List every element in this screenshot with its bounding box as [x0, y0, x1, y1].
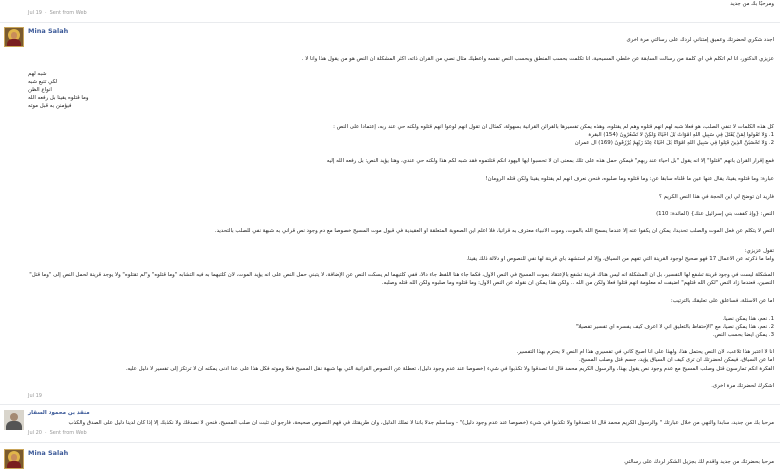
message-line: 1. نعم، هذا يمكن نصياً.	[722, 316, 774, 322]
message-line: المشكلة ليست في وجود قرينة تشفع لها التف…	[28, 272, 774, 278]
message-date: Jul 19	[28, 10, 42, 16]
face-shape	[11, 32, 17, 39]
message-line: وأما ما ذكرته عن الاعمال 17 فهو صحيح لوج…	[466, 256, 774, 262]
message-line: النص لا يتكلم عن فعل الموت والصلب تحديدا…	[214, 228, 774, 234]
message-meta: Jul 20 · Sent from Web	[28, 430, 87, 436]
message-line: عزيزي الدكتور، أنا لم أتكلم في أي كلمة م…	[301, 56, 774, 62]
message-source: Sent from Web	[49, 10, 87, 16]
sender-name[interactable]: Mina Salah	[28, 27, 68, 35]
message-line: كل هذه الكلمات لا تنفي الصلب، هو فعلا شب…	[333, 124, 774, 130]
shoulders-shape	[6, 421, 22, 430]
head-shape	[10, 413, 18, 421]
sender-name[interactable]: Mina Salah	[28, 449, 68, 457]
message-line: تقول عزيزي:	[744, 248, 774, 254]
message-line: أما عن الأسئلة، فسأعلق على تعليقك بالترت…	[670, 298, 774, 304]
message-line: أنا لا أعتبر هذا تلاعب، لأن النص يحتمل ه…	[516, 349, 774, 355]
message-line: عبارة: وما قتلوه يقينا، يقال عنها عين ما…	[485, 176, 774, 182]
message-line: أشكرك لحضرتك مرة أخرى.	[711, 383, 774, 389]
sender-name[interactable]: منقذ بن محمود السقار	[28, 410, 90, 416]
message-line: فمع إقرار القرآن بأنهم "قتلوا" إلا أنه ي…	[326, 158, 774, 164]
message-line: مرحبا بحضرتك من جديد وأقدم لك بجزيل الشك…	[624, 459, 774, 465]
message-line: النص: {وإذ كففت بني إسرائيل عنك} (المائد…	[656, 211, 774, 217]
robe-shape	[7, 39, 21, 46]
message-line: فيؤمنن به قبل موته	[28, 103, 72, 109]
message-thread: ومرحبًا بك من جديد Jul 19 · Sent from Web …	[0, 0, 780, 470]
face-shape	[11, 454, 17, 461]
message-line: الفكرة انكم تمارسون قتل وصلب المسيح مع ع…	[125, 366, 774, 372]
message-source: Sent from Web	[49, 430, 87, 436]
message-date: Jul 19	[28, 393, 42, 399]
divider	[0, 22, 780, 23]
message-line: شبه لهم	[28, 71, 47, 77]
message-line: انواع الظن	[28, 87, 52, 93]
message-line: مرحبا بك من جديد، سأبدأ والنهي من خلال ع…	[68, 420, 774, 426]
message-meta: Jul 19 · Sent from Web	[28, 10, 87, 16]
message-line: أجدد شكري لحضرتك وعميق إمتناني لردك على …	[626, 37, 774, 43]
message-line: أما عن السياق، فيمكن لحضرتك أن ترى كيف أ…	[579, 357, 774, 363]
message-line: 1. وَلَا تَقُولُوا لِمَنْ يُقْتَلُ فِي س…	[588, 132, 774, 138]
message-line: فأريد أن توضح لي أين الحجة في هذا النص ا…	[659, 194, 774, 200]
message-text: ومرحبًا بك من جديد	[730, 1, 774, 7]
message-line: لكي تتبع شبه	[28, 79, 58, 85]
sender-avatar[interactable]	[4, 449, 24, 469]
message-line: 2. نعم، هذا يمكن نصياً، مع "الإحتفاظ بال…	[575, 324, 774, 330]
message-line: النصين، فعندما زاد النص "لكن الله قتلهم"…	[381, 280, 774, 286]
robe-shape	[7, 461, 21, 468]
message-line: 3. يمكن أيضا بحسب النص.	[712, 332, 774, 338]
message-line: 2. وَلَا تَحْسَبَنَّ الَّذِينَ قُتِلُوا …	[574, 140, 774, 146]
sender-avatar[interactable]	[4, 410, 24, 430]
divider	[0, 404, 780, 405]
message-line: وما قتلوه يقينا بل رفعه الله	[28, 95, 89, 101]
message-date: Jul 20	[28, 430, 42, 436]
divider	[0, 442, 780, 443]
message-meta: Jul 19	[28, 393, 42, 400]
sender-avatar[interactable]	[4, 27, 24, 47]
